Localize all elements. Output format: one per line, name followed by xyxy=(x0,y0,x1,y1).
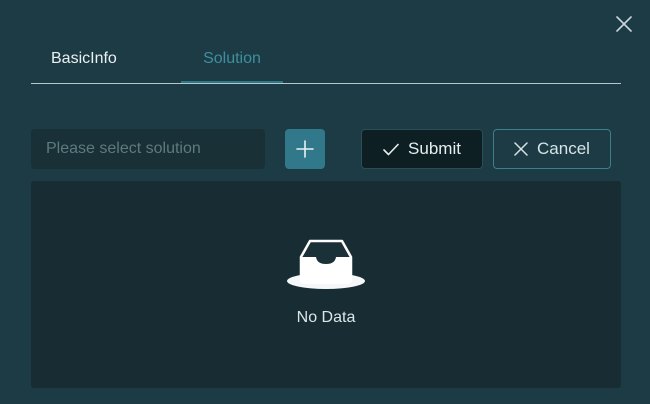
toolbar: Please select solution Submit Cancel xyxy=(31,129,621,169)
submit-button[interactable]: Submit xyxy=(361,129,483,169)
submit-label: Submit xyxy=(408,139,461,158)
plus-icon xyxy=(296,140,314,158)
tab-solution[interactable]: Solution xyxy=(181,38,283,83)
close-icon xyxy=(616,16,632,32)
solution-dialog: BasicInfo Solution Please select solutio… xyxy=(0,0,650,404)
solution-select[interactable]: Please select solution xyxy=(31,129,265,169)
close-button[interactable] xyxy=(612,12,636,36)
tab-basicinfo[interactable]: BasicInfo xyxy=(51,38,117,82)
x-icon xyxy=(514,142,528,156)
add-solution-button[interactable] xyxy=(285,129,325,169)
tab-bar: BasicInfo Solution xyxy=(31,38,621,84)
check-icon xyxy=(383,143,399,156)
empty-inbox-icon xyxy=(287,239,365,289)
cancel-button[interactable]: Cancel xyxy=(493,129,611,169)
empty-text: No Data xyxy=(296,309,356,326)
empty-state: No Data xyxy=(31,237,621,327)
solution-table: No Data xyxy=(31,181,621,388)
cancel-label: Cancel xyxy=(537,139,590,158)
